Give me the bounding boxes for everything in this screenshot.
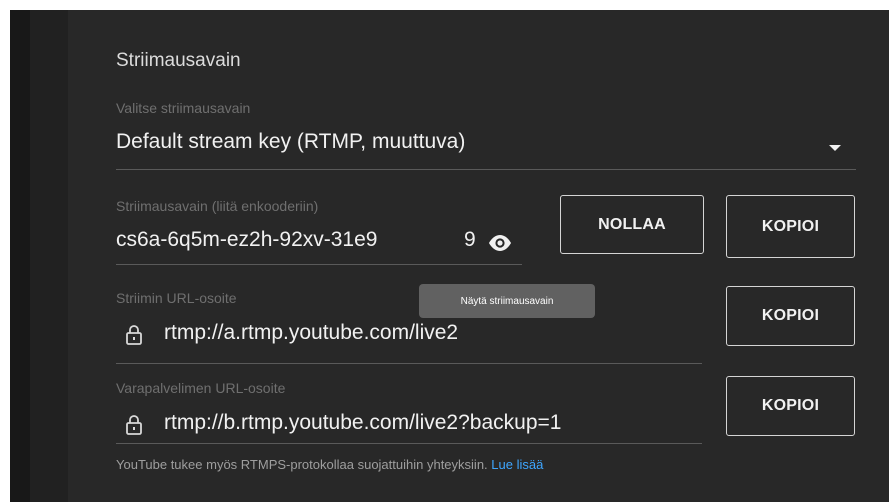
dropdown-arrow-icon[interactable] <box>828 144 842 152</box>
dropdown-selected-value: Default stream key (RTMP, muuttuva) <box>116 130 466 153</box>
learn-more-link[interactable]: Lue lisää <box>491 457 543 472</box>
backup-url-underline <box>116 443 702 444</box>
stream-key-field[interactable]: Striimausavain (liitä enkooderiin) cs6a-… <box>116 198 522 265</box>
copy-stream-url-button[interactable]: KOPIOI <box>726 286 855 346</box>
left-sidebar <box>10 10 30 502</box>
section-title: Striimausavain <box>116 50 241 71</box>
copy-backup-url-button[interactable]: KOPIOI <box>726 376 855 436</box>
stream-key-underline <box>116 264 522 265</box>
footer-text: YouTube tukee myös RTMPS-protokollaa suo… <box>116 457 488 472</box>
copy-stream-key-button[interactable]: KOPIOI <box>726 195 855 258</box>
backup-url-field[interactable]: Varapalvelimen URL-osoite rtmp://b.rtmp.… <box>116 380 702 444</box>
backup-url-label: Varapalvelimen URL-osoite <box>116 380 286 396</box>
dropdown-underline <box>116 169 856 170</box>
stream-url-field[interactable]: Striimin URL-osoite rtmp://a.rtmp.youtub… <box>116 290 702 364</box>
stream-url-value: rtmp://a.rtmp.youtube.com/live2 <box>164 321 459 344</box>
lock-icon <box>126 415 142 435</box>
dropdown-label: Valitse striimausavain <box>116 100 251 116</box>
backup-url-value: rtmp://b.rtmp.youtube.com/live2?backup=1 <box>164 411 562 434</box>
stream-key-card: Striimausavain Valitse striimausavain De… <box>68 10 889 502</box>
stream-url-underline <box>116 363 702 364</box>
settings-frame: Striimausavain Valitse striimausavain De… <box>10 10 889 502</box>
backup-url-clip: rtmp://b.rtmp.youtube.com/live2?backup=1 <box>164 411 684 441</box>
eye-icon[interactable] <box>487 234 513 252</box>
reset-button[interactable]: NOLLAA <box>560 195 704 254</box>
rtmps-footer: YouTube tukee myös RTMPS-protokollaa suo… <box>116 457 543 472</box>
stream-key-label: Striimausavain (liitä enkooderiin) <box>116 198 319 214</box>
stream-key-trailing: 9 <box>464 228 476 251</box>
stream-url-label: Striimin URL-osoite <box>116 290 237 306</box>
stream-key-dropdown[interactable]: Valitse striimausavain Default stream ke… <box>116 98 856 170</box>
lock-icon <box>126 325 142 345</box>
stream-key-value: cs6a-6q5m-ez2h-92xv-31e9 <box>116 228 378 251</box>
